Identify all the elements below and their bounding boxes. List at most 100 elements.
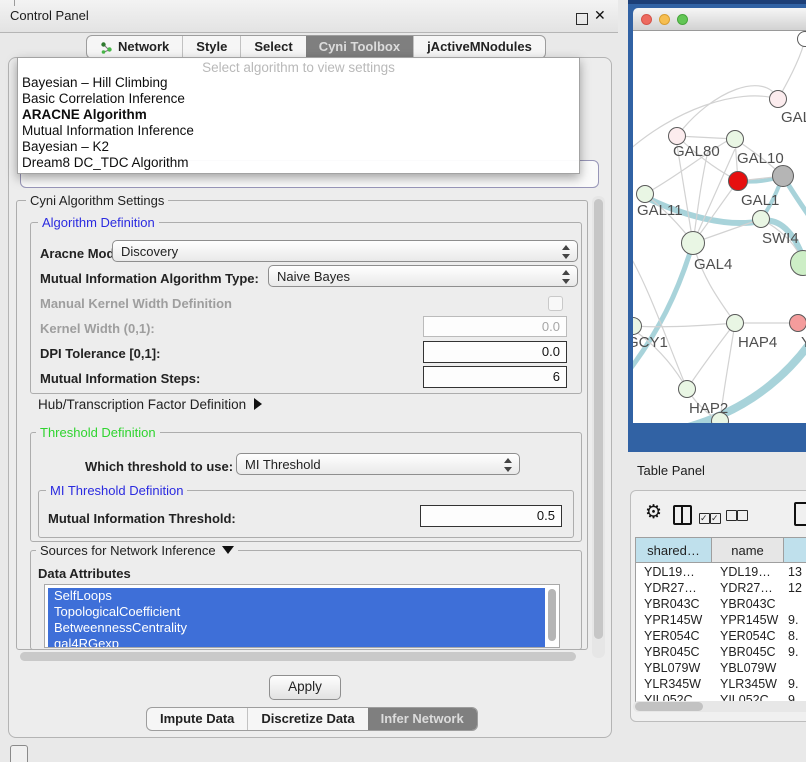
network-node-gal7[interactable] bbox=[769, 90, 787, 108]
tab-jactivemnodules[interactable]: jActiveMNodules bbox=[413, 36, 545, 58]
network-canvas[interactable]: GAL7GAL80GAL10GAL1GAL11SWI4GAL4GCY1HAP4Y… bbox=[633, 31, 806, 423]
table-cell: YBL079W bbox=[636, 660, 712, 676]
mi-steps-field[interactable]: 6 bbox=[423, 366, 567, 388]
which-threshold-combobox[interactable]: MI Threshold bbox=[236, 453, 520, 475]
attribute-list-item[interactable]: TopologicalCoefficient bbox=[48, 604, 545, 620]
table-row[interactable]: YBR043CYBR043C bbox=[636, 596, 806, 612]
tab-discretize-data[interactable]: Discretize Data bbox=[247, 708, 367, 730]
table-panel-title: Table Panel bbox=[637, 463, 705, 478]
network-node-gal4[interactable] bbox=[681, 231, 705, 255]
mi-threshold-field[interactable]: 0.5 bbox=[420, 505, 562, 527]
network-node-hap2[interactable] bbox=[678, 380, 696, 398]
table-row[interactable]: YER054CYER054C8. bbox=[636, 628, 806, 644]
node-label: GAL11 bbox=[637, 202, 683, 219]
table-panel: ⚙ ✓✓ shared…nameA YDL19…YDL19…13YDR27…YD… bbox=[630, 490, 806, 722]
table-cell: YLR345W bbox=[636, 676, 712, 692]
table-cell: YBR043C bbox=[712, 596, 784, 612]
table-row[interactable]: YDL19…YDL19…13 bbox=[636, 564, 806, 580]
apply-button[interactable]: Apply bbox=[269, 675, 341, 700]
tab-label: Cyni Toolbox bbox=[319, 36, 400, 58]
new-column-icon[interactable] bbox=[794, 502, 806, 526]
table-header-name[interactable]: name bbox=[712, 538, 784, 563]
aracne-mode-combobox[interactable]: Discovery bbox=[112, 240, 578, 262]
node-label: Y bbox=[801, 334, 806, 351]
settings-vertical-scrollbar[interactable] bbox=[592, 196, 605, 658]
cyni-settings-legend: Cyni Algorithm Settings bbox=[26, 193, 168, 208]
table-horizontal-scrollbar[interactable] bbox=[633, 701, 806, 712]
algorithm-option[interactable]: Dream8 DC_TDC Algorithm bbox=[18, 155, 579, 171]
table-cell: YBR045C bbox=[636, 644, 712, 660]
table-row[interactable]: YPR145WYPR145W9. bbox=[636, 612, 806, 628]
node-table[interactable]: shared…nameA YDL19…YDL19…13YDR27…YDR27…1… bbox=[635, 537, 806, 705]
mi-type-value: Naive Bayes bbox=[277, 269, 350, 284]
tab-network[interactable]: Network bbox=[87, 36, 182, 58]
node-label: GCY1 bbox=[633, 334, 668, 351]
close-traffic-light[interactable] bbox=[641, 14, 652, 25]
table-cell: YDR27… bbox=[636, 580, 712, 596]
tab-cyni-toolbox[interactable]: Cyni Toolbox bbox=[306, 36, 413, 58]
dpi-tolerance-field[interactable]: 0.0 bbox=[423, 341, 567, 363]
stepper-icon bbox=[561, 270, 569, 284]
network-node[interactable] bbox=[797, 31, 806, 47]
hub-definition-label: Hub/Transcription Factor Definition bbox=[38, 397, 246, 412]
network-node-swi4[interactable] bbox=[752, 210, 770, 228]
gear-icon[interactable]: ⚙ bbox=[645, 503, 662, 522]
network-window-titlebar[interactable] bbox=[633, 8, 806, 31]
network-node[interactable] bbox=[711, 412, 729, 423]
network-node[interactable] bbox=[772, 165, 794, 187]
network-node-gal1[interactable] bbox=[728, 171, 748, 191]
algorithm-option[interactable]: Basic Correlation Inference bbox=[18, 91, 579, 107]
zoom-traffic-light[interactable] bbox=[677, 14, 688, 25]
expanded-arrow-icon bbox=[222, 546, 234, 554]
checked-boxes-icon[interactable]: ✓✓ bbox=[699, 508, 721, 526]
table-header-A[interactable]: A bbox=[784, 538, 806, 563]
mi-type-combobox[interactable]: Naive Bayes bbox=[268, 265, 578, 287]
data-attributes-label: Data Attributes bbox=[38, 566, 131, 581]
tab-infer-network[interactable]: Infer Network bbox=[368, 708, 477, 730]
minimize-traffic-light[interactable] bbox=[659, 14, 670, 25]
tab-style[interactable]: Style bbox=[182, 36, 240, 58]
hub-definition-toggle[interactable]: Hub/Transcription Factor Definition bbox=[38, 397, 262, 412]
dpi-tolerance-label: DPI Tolerance [0,1]: bbox=[40, 346, 160, 361]
network-node-gal10[interactable] bbox=[726, 130, 744, 148]
kernel-width-field[interactable]: 0.0 bbox=[423, 316, 567, 337]
attribute-list-item[interactable]: gal4RGexp bbox=[48, 636, 545, 648]
network-node-hap4[interactable] bbox=[726, 314, 744, 332]
table-cell: YDL19… bbox=[712, 564, 784, 580]
settings-horizontal-scrollbar[interactable] bbox=[18, 651, 590, 663]
table-header-shared…[interactable]: shared… bbox=[636, 538, 712, 563]
collapsed-panel-icon[interactable] bbox=[10, 745, 28, 762]
table-cell: YER054C bbox=[636, 628, 712, 644]
network-tab-icon bbox=[100, 41, 113, 54]
manual-kernel-label: Manual Kernel Width Definition bbox=[40, 296, 232, 311]
table-cell: 8. bbox=[784, 628, 806, 644]
node-label: GAL1 bbox=[741, 192, 779, 209]
sources-legend[interactable]: Sources for Network Inference bbox=[36, 543, 238, 558]
table-row[interactable]: YBL079WYBL079W bbox=[636, 660, 806, 676]
dropdown-hint: Select algorithm to view settings bbox=[18, 58, 579, 75]
tab-impute-data[interactable]: Impute Data bbox=[147, 708, 247, 730]
dropdown-items: Bayesian – Hill ClimbingBasic Correlatio… bbox=[18, 75, 579, 171]
attribute-list-item[interactable]: BetweennessCentrality bbox=[48, 620, 545, 636]
attribute-list-item[interactable]: SelfLoops bbox=[48, 588, 545, 604]
algorithm-option[interactable]: Bayesian – K2 bbox=[18, 139, 579, 155]
attribute-list-scrollbar[interactable] bbox=[548, 589, 556, 641]
manual-kernel-checkbox[interactable] bbox=[548, 296, 563, 311]
table-row[interactable]: YDR27…YDR27…12 bbox=[636, 580, 806, 596]
table-cell: 9. bbox=[784, 612, 806, 628]
algorithm-option[interactable]: Bayesian – Hill Climbing bbox=[18, 75, 579, 91]
table-cell: YLR345W bbox=[712, 676, 784, 692]
float-window-icon[interactable] bbox=[576, 13, 588, 25]
tab-select[interactable]: Select bbox=[240, 36, 305, 58]
unchecked-boxes-icon[interactable] bbox=[726, 508, 748, 526]
close-icon[interactable]: ✕ bbox=[594, 7, 606, 24]
table-row[interactable]: YBR045CYBR045C9. bbox=[636, 644, 806, 660]
table-row[interactable]: YLR345WYLR345W9. bbox=[636, 676, 806, 692]
algorithm-option[interactable]: ARACNE Algorithm bbox=[18, 107, 579, 123]
network-node-y[interactable] bbox=[789, 314, 806, 332]
columns-icon[interactable] bbox=[673, 505, 692, 525]
network-node-gal11[interactable] bbox=[636, 185, 654, 203]
data-attributes-list[interactable]: SelfLoopsTopologicalCoefficientBetweenne… bbox=[44, 584, 560, 648]
algorithm-option[interactable]: Mutual Information Inference bbox=[18, 123, 579, 139]
node-label: GAL80 bbox=[673, 143, 720, 160]
